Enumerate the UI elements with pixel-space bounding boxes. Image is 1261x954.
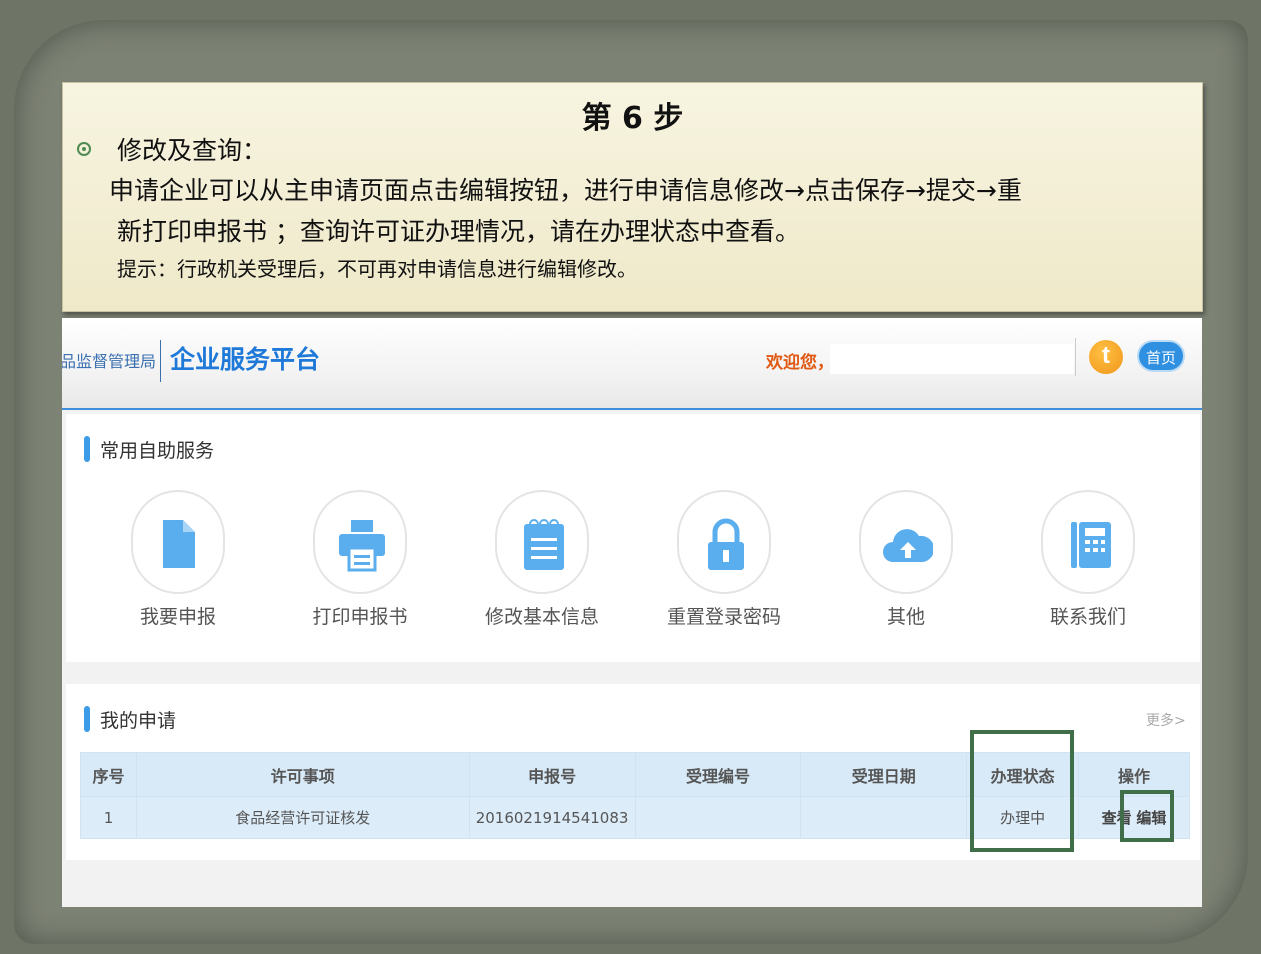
status-highlight-box [970,730,1074,852]
service-label: 其他 [886,606,925,628]
column-header: 序号 [80,752,137,797]
column-header: 许可事项 [135,752,470,797]
service-icon-circle [495,490,589,594]
document-icon [163,520,195,568]
bullet-heading: 修改及查询： [117,136,268,165]
hint-text: 提示：行政机关受理后，不可再对申请信息进行编辑修改。 [117,257,637,281]
bullet-row: 修改及查询： [77,131,267,167]
column-header: 受理编号 [634,752,802,797]
service-icon-circle [677,490,771,594]
home-button[interactable]: 首页 [1137,340,1185,372]
service-label: 打印申报书 [312,606,408,628]
service-icon-circle [859,490,953,594]
lock-icon [708,518,744,570]
service-print[interactable]: 打印申报书 [270,490,450,629]
service-declare[interactable]: 我要申报 [88,490,268,629]
logo-divider [160,340,161,382]
org-name: 品监督管理局 [62,352,157,371]
platform-name: 企业服务平台 [170,345,321,374]
cell-number: 2016021914541083 [468,796,636,839]
cell-acceptance-no [634,796,802,839]
description-line-1: 申请企业可以从主申请页面点击编辑按钮，进行申请信息修改→点击保存→提交→重 [109,176,1022,205]
service-edit-info[interactable]: 修改基本信息 [452,490,632,629]
service-label: 修改基本信息 [484,606,599,628]
column-header: 受理日期 [800,752,968,797]
cloud-upload-icon [883,529,933,562]
self-service-title: 常用自助服务 [100,440,215,462]
more-link[interactable]: 更多> [1146,710,1186,730]
username-field [830,344,1074,374]
welcome-text: 欢迎您， [766,353,834,373]
cell-index: 1 [80,796,137,839]
service-other[interactable]: 其他 [816,490,996,629]
my-applications-title: 我的申请 [100,710,177,732]
bullet-icon [77,142,91,156]
panel-accent-bar [84,706,90,732]
service-icon-circle [131,490,225,594]
instruction-box: 第 6 步 修改及查询： 申请企业可以从主申请页面点击编辑按钮，进行申请信息修改… [62,82,1203,312]
phone-icon [1071,522,1111,568]
description-line-2: 新打印申报书 ；查询许可证办理情况，请在办理状态中查看。 [117,217,800,246]
service-label: 我要申报 [139,606,216,628]
service-icon-circle [313,490,407,594]
printer-icon [339,520,385,572]
service-label: 联系我们 [1049,606,1126,628]
header-divider [1075,338,1076,376]
cell-item: 食品经营许可证核发 [135,796,470,839]
service-contact[interactable]: 联系我们 [998,490,1178,629]
self-service-panel: 常用自助服务 我要申报 打印申报书 修改基本信息 重置登录密码 其他 联系我们 [66,414,1200,662]
cell-acceptance-date [800,796,968,839]
service-label: 重置登录密码 [666,606,781,628]
notepad-icon [524,519,564,570]
service-reset-password[interactable]: 重置登录密码 [634,490,814,629]
panel-accent-bar [84,436,90,462]
edit-highlight-box [1120,790,1174,842]
top-bar: 品监督管理局 企业服务平台 欢迎您， t 首页 [62,318,1202,410]
column-header: 申报号 [468,752,636,797]
service-icon-circle [1041,490,1135,594]
t-badge-icon[interactable]: t [1089,340,1123,374]
